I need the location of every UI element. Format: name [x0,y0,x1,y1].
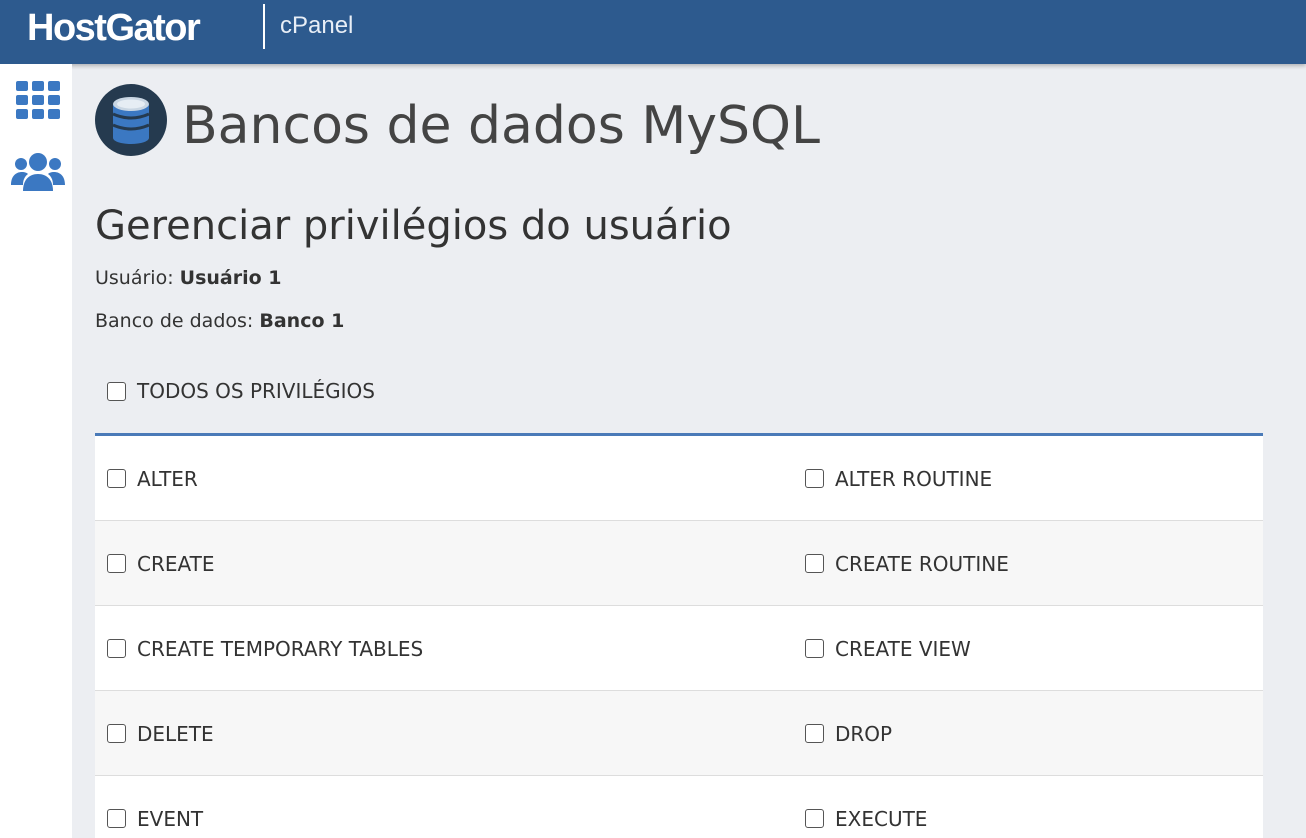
privilege-label: CREATE ROUTINE [835,551,1009,576]
top-header: HostGator cPanel [0,0,1306,64]
page-title: Bancos de dados MySQL [182,96,820,156]
privilege-option-create[interactable]: CREATE [107,521,214,606]
all-privileges-label: TODOS OS PRIVILÉGIOS [137,379,375,403]
side-navigation [0,64,72,838]
users-group-icon[interactable] [11,153,65,193]
privilege-checkbox[interactable] [107,469,126,488]
apps-grid-icon[interactable] [16,81,60,119]
all-privileges-checkbox[interactable] [107,381,126,401]
privilege-checkbox[interactable] [805,554,824,573]
privilege-label: ALTER ROUTINE [835,466,993,491]
privilege-checkbox[interactable] [805,639,824,658]
privilege-option-create-temporary-tables[interactable]: CREATE TEMPORARY TABLES [107,606,423,691]
privilege-option-execute[interactable]: EXECUTE [805,776,927,838]
privileges-table: ALTER ALTER ROUTINE CREATE CREATE ROUTIN… [95,433,1263,838]
hostgator-logo[interactable]: HostGator [27,8,201,48]
privilege-checkbox[interactable] [805,809,824,828]
privilege-label: EXECUTE [835,806,928,831]
user-value: Usuário 1 [179,267,282,289]
privilege-checkbox[interactable] [107,554,126,573]
privilege-label: CREATE VIEW [835,636,971,661]
database-label: Banco de dados: [95,310,254,332]
privileges-row: CREATE TEMPORARY TABLES CREATE VIEW [95,606,1263,691]
privilege-checkbox[interactable] [107,724,126,743]
logo-divider [263,4,265,49]
database-value: Banco 1 [259,310,345,332]
privilege-label: CREATE [137,551,215,576]
user-label: Usuário: [95,267,174,289]
privilege-checkbox[interactable] [805,724,824,743]
all-privileges-option[interactable]: TODOS OS PRIVILÉGIOS [107,378,375,404]
user-info: Usuário: Usuário 1 [95,266,282,290]
privilege-option-delete[interactable]: DELETE [107,691,214,776]
privilege-option-drop[interactable]: DROP [805,691,892,776]
privilege-checkbox[interactable] [805,469,824,488]
cpanel-label: cPanel [280,12,354,39]
main-content: Bancos de dados MySQL Gerenciar privilég… [72,64,1306,838]
privilege-option-alter-routine[interactable]: ALTER ROUTINE [805,436,992,521]
database-info: Banco de dados: Banco 1 [95,309,344,333]
privileges-row: DELETE DROP [95,691,1263,776]
privilege-checkbox[interactable] [107,809,126,828]
database-icon [95,84,167,156]
privilege-option-create-view[interactable]: CREATE VIEW [805,606,971,691]
privilege-label: DELETE [137,721,214,746]
privilege-label: CREATE TEMPORARY TABLES [137,636,424,661]
privilege-label: ALTER [137,466,198,491]
privilege-option-alter[interactable]: ALTER [107,436,198,521]
privileges-row: ALTER ALTER ROUTINE [95,436,1263,521]
section-title: Gerenciar privilégios do usuário [95,203,732,249]
privilege-checkbox[interactable] [107,639,126,658]
privilege-option-event[interactable]: EVENT [107,776,203,838]
privileges-row: CREATE CREATE ROUTINE [95,521,1263,606]
privileges-row: EVENT EXECUTE [95,776,1263,838]
privilege-option-create-routine[interactable]: CREATE ROUTINE [805,521,1009,606]
privilege-label: DROP [835,721,893,746]
privilege-label: EVENT [137,806,204,831]
